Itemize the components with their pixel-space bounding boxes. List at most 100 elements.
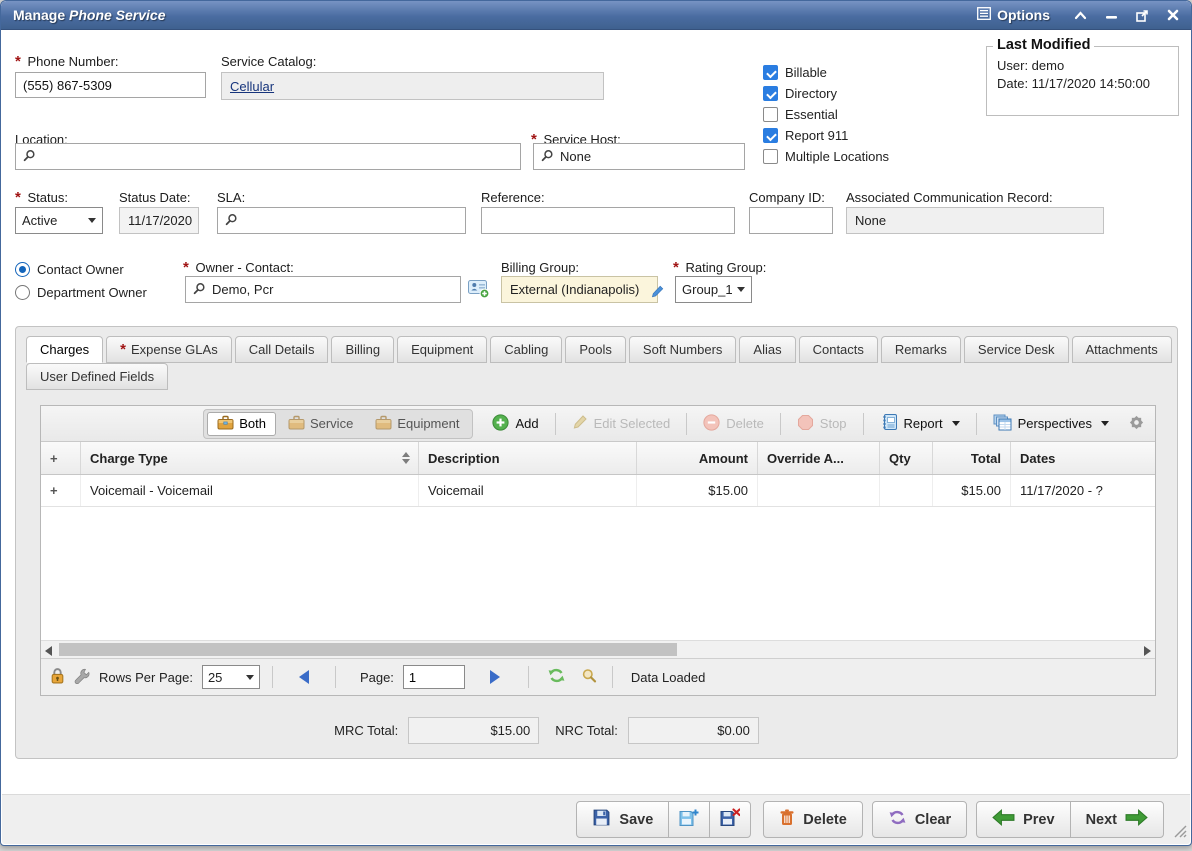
resize-grip[interactable] [1172, 823, 1187, 841]
tab-cabling[interactable]: Cabling [490, 336, 562, 363]
tab-equipment[interactable]: Equipment [397, 336, 487, 363]
scrollbar-thumb[interactable] [59, 643, 677, 656]
required-marker: * [120, 345, 126, 355]
delete-button[interactable]: Delete [763, 801, 863, 838]
lock-icon[interactable] [50, 667, 65, 687]
save-button[interactable]: Save [576, 801, 669, 838]
add-button[interactable]: Add [486, 412, 544, 436]
scroll-left-icon[interactable] [45, 646, 52, 656]
page-input[interactable] [403, 665, 465, 689]
owner-contact-label: * Owner - Contact: [183, 260, 294, 275]
horizontal-scrollbar[interactable] [41, 640, 1155, 658]
gear-icon[interactable] [1128, 414, 1145, 434]
row-expander[interactable]: + [41, 475, 81, 506]
tab-soft-numbers[interactable]: Soft Numbers [629, 336, 736, 363]
clear-refresh-icon [888, 809, 907, 830]
billable-checkbox[interactable]: Billable [763, 65, 827, 80]
column-override-amount[interactable]: Override A... [758, 442, 880, 474]
grid-pager: Rows Per Page: 25 Page: [41, 658, 1155, 695]
report-911-checkbox[interactable]: Report 911 [763, 128, 848, 143]
tab-billing[interactable]: Billing [331, 336, 394, 363]
owner-contact-input[interactable]: Demo, Pcr [185, 276, 461, 303]
expand-all-header[interactable]: + [41, 442, 81, 474]
company-id-input[interactable] [749, 207, 833, 234]
contact-owner-radio[interactable]: Contact Owner [15, 262, 124, 277]
toolbox-icon [217, 415, 234, 433]
edit-selected-label: Edit Selected [594, 416, 671, 431]
tab-pools[interactable]: Pools [565, 336, 626, 363]
tab-attachments[interactable]: Attachments [1072, 336, 1172, 363]
add-contact-card-icon[interactable] [468, 279, 490, 302]
tab-user-defined-fields[interactable]: User Defined Fields [26, 363, 168, 390]
sort-icon[interactable] [402, 452, 410, 464]
phone-number-input[interactable] [15, 72, 206, 98]
search-grid-icon[interactable] [581, 668, 597, 687]
delete-row-button[interactable]: Delete [697, 412, 770, 436]
next-page-icon[interactable] [490, 670, 500, 684]
save-and-close-button[interactable] [709, 801, 751, 838]
sla-input[interactable] [217, 207, 466, 234]
tab-remarks[interactable]: Remarks [881, 336, 961, 363]
status-date-label: Status Date: [119, 190, 191, 205]
cell-qty [880, 475, 933, 506]
chevron-down-icon [1101, 421, 1109, 426]
refresh-icon[interactable] [547, 667, 566, 687]
wrench-icon[interactable] [74, 668, 90, 687]
department-owner-radio[interactable]: Department Owner [15, 285, 147, 300]
service-catalog-link[interactable]: Cellular [230, 79, 274, 94]
tab-call-details[interactable]: Call Details [235, 336, 329, 363]
tab-alias[interactable]: Alias [739, 336, 795, 363]
toolbar-divider [555, 413, 556, 435]
essential-checkbox[interactable]: Essential [763, 107, 838, 122]
directory-checkbox[interactable]: Directory [763, 86, 837, 101]
report-911-label: Report 911 [785, 128, 848, 143]
view-service-button[interactable]: Service [278, 412, 363, 436]
rating-group-select[interactable]: Group_1 [675, 276, 752, 303]
column-description[interactable]: Description [419, 442, 637, 474]
tab-expense-glas[interactable]: *Expense GLAs [106, 336, 232, 363]
prev-button[interactable]: Prev [976, 801, 1070, 838]
perspectives-label: Perspectives [1018, 416, 1092, 431]
next-button[interactable]: Next [1070, 801, 1164, 838]
search-icon [193, 282, 206, 298]
options-button[interactable]: Options [977, 7, 1050, 23]
rows-per-page-label: Rows Per Page: [99, 670, 193, 685]
radio-icon [15, 285, 30, 300]
view-equipment-button[interactable]: Equipment [365, 412, 469, 436]
clear-button[interactable]: Clear [872, 801, 967, 838]
nrc-total-value: $0.00 [717, 723, 750, 738]
save-and-new-button[interactable] [668, 801, 710, 838]
collapse-icon[interactable] [1074, 10, 1087, 20]
popout-icon[interactable] [1136, 9, 1149, 22]
view-both-button[interactable]: Both [207, 412, 276, 436]
perspectives-button[interactable]: Perspectives [987, 412, 1115, 436]
report-button[interactable]: Report [874, 411, 966, 436]
tab-contacts[interactable]: Contacts [799, 336, 878, 363]
column-amount[interactable]: Amount [637, 442, 758, 474]
edit-selected-button[interactable]: Edit Selected [566, 412, 677, 435]
column-charge-type[interactable]: Charge Type [81, 442, 419, 474]
service-host-input[interactable]: None [533, 143, 745, 170]
table-row[interactable]: + Voicemail - Voicemail Voicemail $15.00… [41, 475, 1155, 507]
status-select[interactable]: Active [15, 207, 103, 234]
column-qty[interactable]: Qty [880, 442, 933, 474]
save-icon [592, 808, 611, 831]
stop-button[interactable]: Stop [791, 412, 853, 436]
scroll-right-icon[interactable] [1144, 646, 1151, 656]
pager-divider [335, 666, 336, 688]
minimize-icon[interactable] [1105, 10, 1118, 20]
tab-service-desk[interactable]: Service Desk [964, 336, 1069, 363]
multiple-locations-checkbox[interactable]: Multiple Locations [763, 149, 889, 164]
previous-page-icon[interactable] [299, 670, 309, 684]
view-both-label: Both [239, 416, 266, 431]
column-total[interactable]: Total [933, 442, 1011, 474]
column-dates[interactable]: Dates [1011, 442, 1155, 474]
prev-arrow-icon [992, 808, 1015, 831]
company-id-label: Company ID: [749, 190, 825, 205]
close-icon[interactable] [1167, 9, 1179, 21]
tab-charges[interactable]: Charges [26, 336, 103, 363]
edit-pencil-icon[interactable] [651, 285, 664, 301]
reference-input[interactable] [481, 207, 735, 234]
rows-per-page-select[interactable]: 25 [202, 665, 260, 689]
location-input[interactable] [15, 143, 521, 170]
